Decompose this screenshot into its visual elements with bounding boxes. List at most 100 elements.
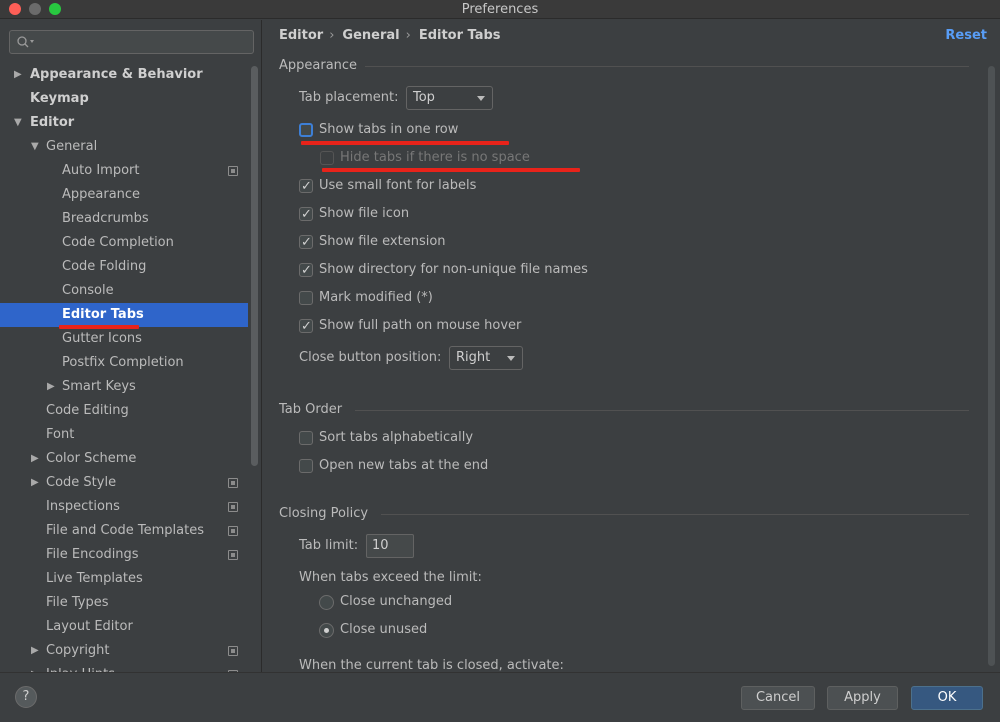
checkbox-box[interactable] (299, 205, 313, 225)
sidebar-item-color-scheme[interactable]: ▶ Color Scheme (0, 447, 248, 471)
expand-right-arrow-icon[interactable]: ▶ (31, 471, 41, 495)
expand-right-arrow-icon[interactable]: ▶ (31, 447, 41, 471)
sidebar-item-file-encodings[interactable]: File Encodings (0, 543, 248, 567)
section-title-appearance: Appearance (279, 58, 358, 73)
sidebar-item-inspections[interactable]: Inspections (0, 495, 248, 519)
sidebar-item-inlay-hints[interactable]: ▶ Inlay Hints (0, 663, 248, 672)
expand-down-arrow-icon[interactable]: ▼ (14, 111, 24, 135)
sidebar-item-label: Code Completion (62, 235, 174, 250)
checkbox-box (320, 151, 334, 165)
breadcrumb-item-editor[interactable]: Editor (279, 28, 323, 43)
sidebar-item-smart-keys[interactable]: ▶ Smart Keys (0, 375, 248, 399)
checkbox-box[interactable] (299, 233, 313, 253)
sidebar-item-live-templates[interactable]: Live Templates (0, 567, 248, 591)
checkbox-label: Show file extension (319, 234, 446, 249)
sidebar-item-auto-import[interactable]: Auto Import (0, 159, 248, 183)
sidebar-item-keymap[interactable]: Keymap (0, 87, 248, 111)
current-tab-closed-label: When the current tab is closed, activate… (299, 658, 564, 673)
sidebar-scrollbar[interactable] (251, 66, 258, 466)
checkbox-label: Mark modified (*) (319, 290, 433, 305)
sidebar-item-code-folding[interactable]: Code Folding (0, 255, 248, 279)
search-icon (17, 36, 34, 48)
expand-right-arrow-icon[interactable]: ▶ (14, 63, 24, 87)
sidebar-item-breadcrumbs[interactable]: Breadcrumbs (0, 207, 248, 231)
sidebar-item-label: Font (46, 427, 75, 442)
help-button[interactable]: ? (15, 686, 37, 708)
sidebar-item-code-completion[interactable]: Code Completion (0, 231, 248, 255)
sidebar-item-label: File and Code Templates (46, 523, 204, 538)
sidebar-item-layout-editor[interactable]: Layout Editor (0, 615, 248, 639)
expand-right-arrow-icon[interactable]: ▶ (31, 663, 41, 672)
annotation-underline-hide-tabs (322, 168, 580, 172)
breadcrumb-separator: › (405, 28, 411, 43)
chevron-down-icon (507, 356, 515, 361)
reset-link[interactable]: Reset (945, 28, 987, 43)
sidebar-item-appearance-behavior[interactable]: ▶ Appearance & Behavior (0, 63, 248, 87)
close-button-position-value: Right (456, 350, 491, 365)
sidebar-item-code-style[interactable]: ▶ Code Style (0, 471, 248, 495)
sidebar-item-editor-tabs[interactable]: Editor Tabs (0, 303, 248, 327)
sidebar-item-editor[interactable]: ▼ Editor (0, 111, 248, 135)
close-button-position-select[interactable]: Right (449, 346, 523, 370)
exceed-limit-label: When tabs exceed the limit: (299, 570, 482, 585)
checkbox-label: Show directory for non-unique file names (319, 262, 588, 277)
sidebar-item-gutter-icons[interactable]: Gutter Icons (0, 327, 248, 351)
checkbox-label: Show full path on mouse hover (319, 318, 522, 333)
checkbox-label: Hide tabs if there is no space (340, 150, 530, 165)
checkbox-label: Show tabs in one row (319, 122, 459, 137)
apply-button[interactable]: Apply (827, 686, 898, 710)
sidebar-item-label: Live Templates (46, 571, 143, 586)
project-settings-icon (228, 550, 238, 560)
section-title-tab-order: Tab Order (279, 402, 343, 417)
sidebar-item-label: General (46, 139, 98, 154)
radio-button[interactable] (319, 623, 334, 638)
title-bar: Preferences (0, 0, 1000, 19)
settings-content: Editor › General › Editor Tabs Reset Appeara… (263, 20, 1000, 673)
expand-down-arrow-icon[interactable]: ▼ (31, 135, 41, 159)
close-button-position-label: Close button position: (299, 350, 442, 365)
sidebar-item-general[interactable]: ▼ General (0, 135, 248, 159)
sidebar-item-file-and-code-templates[interactable]: File and Code Templates (0, 519, 248, 543)
expand-right-arrow-icon[interactable]: ▶ (47, 375, 57, 399)
project-settings-icon (228, 526, 238, 536)
cancel-button[interactable]: Cancel (741, 686, 815, 710)
checkbox-label: Show file icon (319, 206, 410, 221)
checkbox-box[interactable] (299, 123, 313, 137)
sidebar-item-label: Code Editing (46, 403, 129, 418)
radio-label: Close unchanged (340, 594, 453, 609)
checkbox-box[interactable] (299, 431, 313, 445)
sidebar-item-code-editing[interactable]: Code Editing (0, 399, 248, 423)
sidebar-item-label: Gutter Icons (62, 331, 142, 346)
breadcrumb: Editor › General › Editor Tabs (279, 28, 507, 43)
sidebar-item-appearance[interactable]: Appearance (0, 183, 248, 207)
checkbox-label: Open new tabs at the end (319, 458, 489, 473)
breadcrumb-item-general[interactable]: General (342, 28, 399, 43)
sidebar-item-copyright[interactable]: ▶ Copyright (0, 639, 248, 663)
expand-right-arrow-icon[interactable]: ▶ (31, 639, 41, 663)
checkbox-box[interactable] (299, 291, 313, 305)
sidebar-item-postfix-completion[interactable]: Postfix Completion (0, 351, 248, 375)
content-scrollbar[interactable] (988, 66, 995, 666)
sidebar-item-label: File Encodings (46, 547, 139, 562)
sidebar-item-label: Appearance (62, 187, 141, 202)
checkbox-box[interactable] (299, 459, 313, 473)
checkbox-box[interactable] (299, 177, 313, 197)
settings-sidebar: ▶ Appearance & Behavior Keymap ▼ Editor ▼ Gene… (0, 20, 262, 672)
tab-placement-value: Top (413, 90, 435, 105)
tab-placement-select[interactable]: Top (406, 86, 493, 110)
breadcrumb-separator: › (329, 28, 335, 43)
sidebar-item-font[interactable]: Font (0, 423, 248, 447)
radio-button[interactable] (319, 595, 334, 610)
section-divider (365, 66, 969, 67)
ok-button[interactable]: OK (911, 686, 983, 710)
sidebar-item-label: Code Style (46, 475, 117, 490)
section-divider (381, 514, 969, 515)
settings-search-input[interactable] (9, 30, 254, 54)
tab-limit-input[interactable]: 10 (366, 534, 414, 558)
project-settings-icon (228, 502, 238, 512)
section-title-closing-policy: Closing Policy (279, 506, 369, 521)
sidebar-item-console[interactable]: Console (0, 279, 248, 303)
sidebar-item-file-types[interactable]: File Types (0, 591, 248, 615)
checkbox-box[interactable] (299, 317, 313, 337)
checkbox-box[interactable] (299, 261, 313, 281)
